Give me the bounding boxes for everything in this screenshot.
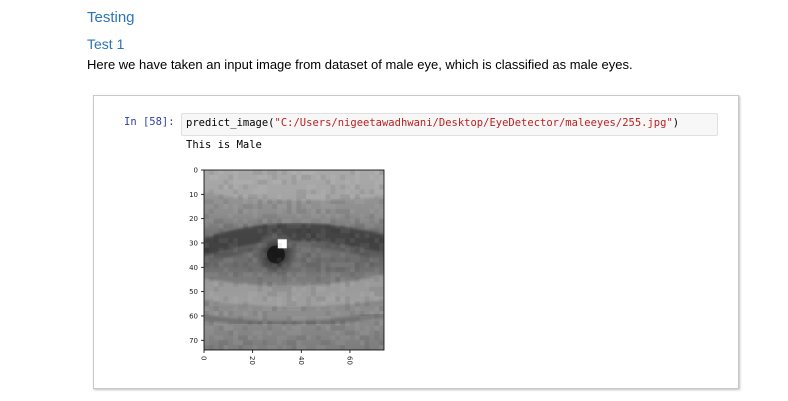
notebook-screenshot: In [58]: predict_image("C:/Users/nigeeta… xyxy=(93,95,739,389)
code-cell-input[interactable]: predict_image("C:/Users/nigeetawadhwani/… xyxy=(181,113,718,136)
x-tick-label: 20 xyxy=(248,356,256,365)
code-function: predict_image( xyxy=(186,117,275,129)
eye-image-plot: 0 10 20 30 40 50 60 70 0 20 40 60 xyxy=(189,167,385,365)
output-text: This is Male xyxy=(186,139,262,151)
code-close-paren: ) xyxy=(672,117,680,129)
description-paragraph: Here we have taken an input image from d… xyxy=(87,57,633,72)
eye-image xyxy=(204,170,384,350)
code-string-argument: "C:/Users/nigeetawadhwani/Desktop/EyeDet… xyxy=(274,117,673,129)
y-tick-label: 0 xyxy=(194,167,198,175)
x-tick-label: 60 xyxy=(345,356,353,365)
y-tick-label: 40 xyxy=(189,264,198,272)
y-tick-label: 60 xyxy=(189,312,198,320)
y-tick-label: 20 xyxy=(189,215,198,223)
document-page: Testing Test 1 Here we have taken an inp… xyxy=(0,0,788,401)
y-tick-label: 50 xyxy=(189,288,198,296)
code-line: predict_image("C:/Users/nigeetawadhwani/… xyxy=(186,117,679,129)
y-tick-label: 70 xyxy=(189,337,198,345)
y-tick-label: 10 xyxy=(189,191,198,199)
y-tick-label: 30 xyxy=(189,239,198,247)
eye-image-content xyxy=(204,170,384,350)
x-tick-label: 0 xyxy=(200,356,208,360)
heading-testing: Testing xyxy=(87,9,135,26)
subheading-test-1: Test 1 xyxy=(87,36,125,52)
cell-prompt: In [58]: xyxy=(124,116,175,128)
x-tick-label: 40 xyxy=(297,356,305,365)
